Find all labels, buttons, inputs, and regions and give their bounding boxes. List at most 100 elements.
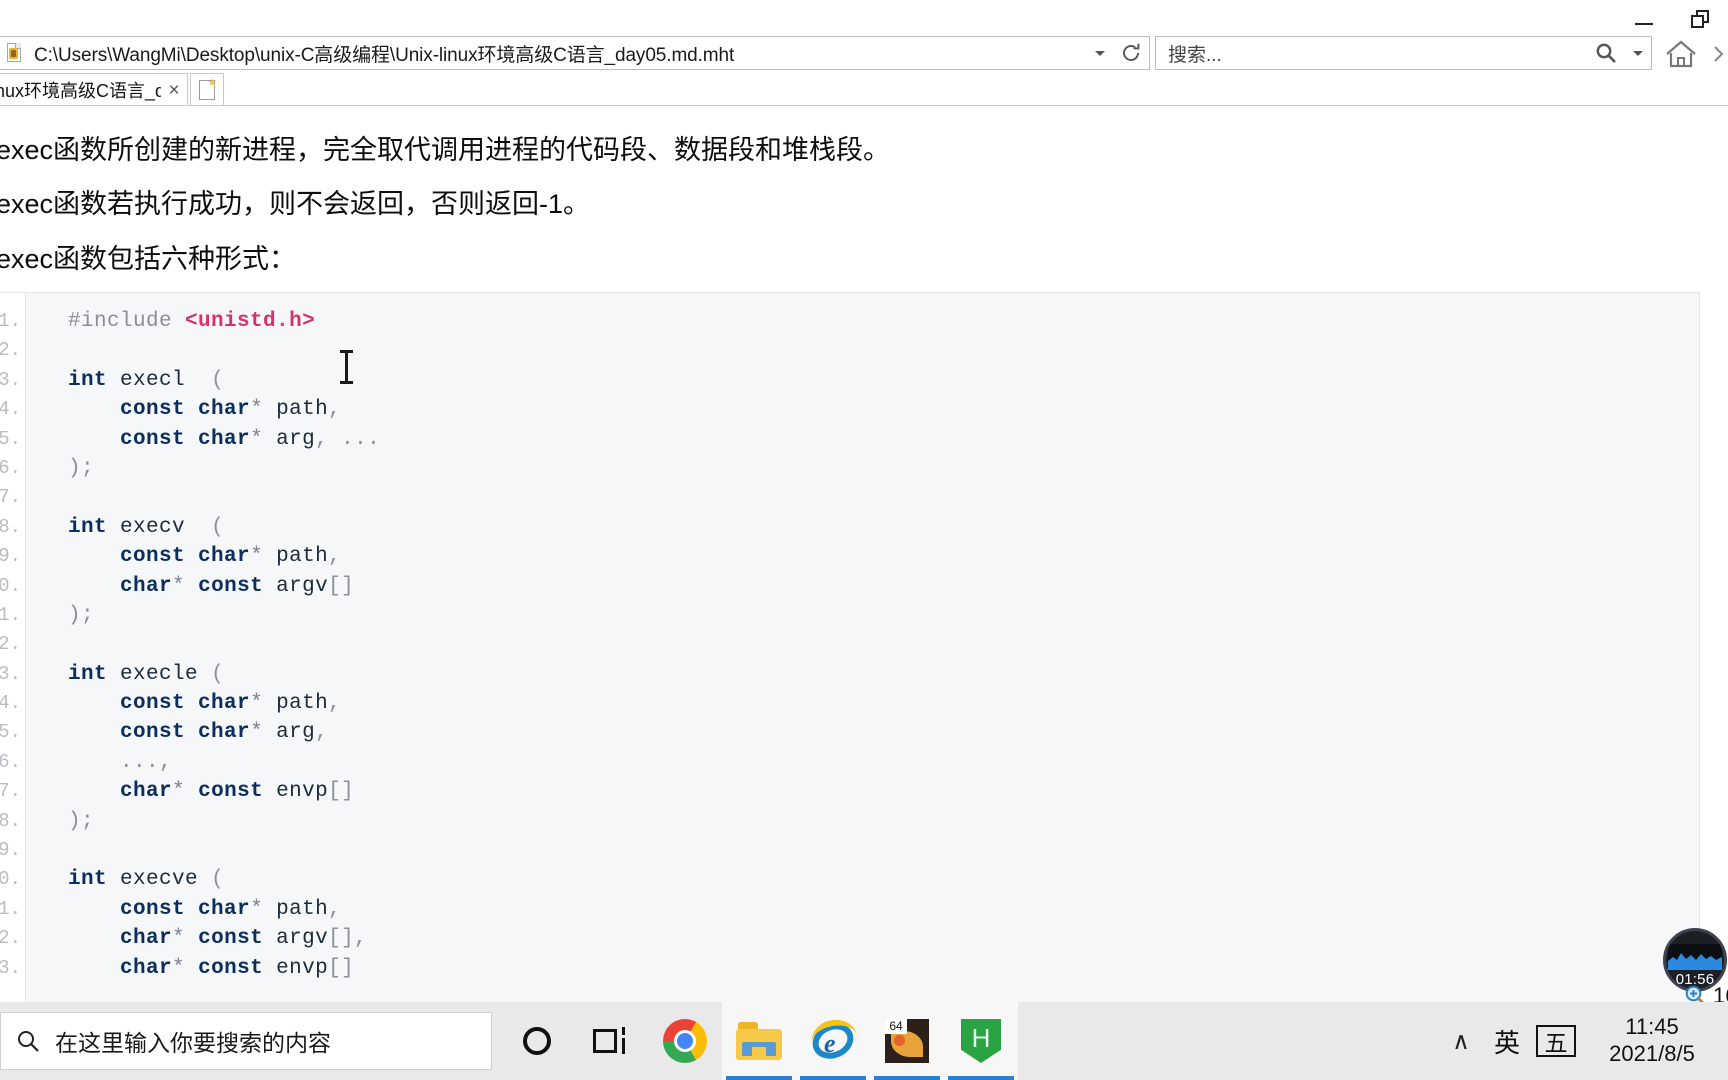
waveform-icon [1668,944,1722,970]
code-line-number: 12. [0,633,21,656]
internet-explorer-button[interactable]: e [796,1002,870,1080]
code-line-number: 9. [0,545,21,568]
text-cursor [340,350,353,384]
ie-browser-window: C:\Users\WangMi\Desktop\unix-C高级编程\Unix-… [0,0,1728,1080]
code-line-number: 16. [0,750,21,773]
paragraph-3: exec函数包括六种形式： [0,244,297,274]
code-line-number: 21. [0,897,21,920]
code-block[interactable]: 1. 2. 3. 4. 5. 6. 7. 8. 9. 10. 11. 12. 13. 14. 15. 16. 1… [0,292,1700,1006]
task-view-button[interactable] [574,1002,648,1080]
taskbar-active-indicator [948,1076,1014,1080]
chevron-down-icon [1095,50,1105,56]
browser-search-box[interactable]: 搜索... [1155,36,1652,70]
code-line-number: 19. [0,839,21,862]
browser-search-button[interactable] [1587,41,1625,65]
cortana-circle-icon [523,1027,551,1055]
taskbar-active-indicator [874,1076,940,1080]
paragraph-1: exec函数所创建的新进程，完全取代调用进程的代码段、数据段和堆栈段。 [0,135,891,165]
browser-search-input[interactable]: 搜索... [1156,40,1587,67]
minimize-icon [1635,23,1653,25]
code-lines[interactable]: #include <unistd.h> int execl ( const ch… [26,293,1699,1005]
windows-taskbar: 在这里输入你要搜索的内容 e 64 H ∧ 英 五 11:45 2021/8/5 [0,1002,1728,1080]
toolbar-overflow-button[interactable] [1710,36,1728,72]
taskbar-search-placeholder[interactable]: 在这里输入你要搜索的内容 [55,1024,331,1058]
code-line: int execve ( [68,868,225,892]
search-provider-dropdown[interactable] [1625,50,1651,56]
code-line: char* const envp[] [120,780,355,804]
code-line-number: 5. [0,427,21,450]
code-line-number: 11. [0,603,21,626]
clock-time: 11:45 [1625,1014,1679,1040]
address-bar[interactable]: C:\Users\WangMi\Desktop\unix-C高级编程\Unix-… [0,36,1150,70]
code-line-numbers: 1. 2. 3. 4. 5. 6. 7. 8. 9. 10. 11. 12. 13. 14. 15. 16. 1… [0,293,26,1005]
code-line: const char* path, [120,897,342,921]
code-line-number: 18. [0,809,21,832]
code-line: const char* arg, [120,721,329,745]
code-line-number: 13. [0,662,21,685]
folder-icon [736,1022,782,1060]
search-icon [1596,43,1616,63]
code-line-number: 14. [0,692,21,715]
title-bar [0,0,1728,38]
input-method-indicator[interactable]: 五 [1536,1025,1576,1057]
code-line: int execl ( [68,368,225,392]
search-icon [15,1028,41,1054]
paragraph-2: exec函数若执行成功，则不会返回，否则返回-1。 [0,189,591,219]
code-line-number: 3. [0,368,21,391]
code-line-number: 1. [0,310,21,332]
ida-pro-button[interactable]: 64 [870,1002,944,1080]
hbuilder-button[interactable]: H [944,1002,1018,1080]
cortana-button[interactable] [500,1002,574,1080]
address-url-text[interactable]: C:\Users\WangMi\Desktop\unix-C高级编程\Unix-… [32,40,1087,67]
system-tray: ∧ 英 五 11:45 2021/8/5 [1438,1002,1728,1080]
page-content: exec函数所创建的新进程，完全取代调用进程的代码段、数据段和堆栈段。 exec… [0,106,1728,1006]
code-line: int execle ( [68,662,225,686]
tray-expand-button[interactable]: ∧ [1438,1027,1484,1056]
taskbar-search-box[interactable]: 在这里输入你要搜索的内容 [0,1012,492,1070]
clock-date: 2021/8/5 [1609,1041,1695,1066]
code-line-number: 6. [0,456,21,479]
home-button[interactable] [1652,36,1710,72]
clock[interactable]: 11:45 2021/8/5 [1586,1014,1718,1068]
chrome-icon [663,1019,707,1063]
ida-64-icon: 64 [885,1019,929,1063]
minimize-button[interactable] [1616,0,1672,34]
internet-explorer-icon: e [806,1016,860,1066]
restore-button[interactable] [1672,0,1728,34]
code-line: const char* path, [120,692,342,716]
ime-mode-indicator[interactable]: 英 [1484,1023,1530,1060]
code-line-number: 20. [0,868,21,891]
file-explorer-button[interactable] [722,1002,796,1080]
code-line-number: 23. [0,956,21,979]
chrome-button[interactable] [648,1002,722,1080]
code-line-number: 4. [0,398,21,421]
code-line-number: 22. [0,927,21,950]
code-line: ); [68,809,95,833]
code-line: ); [68,456,95,480]
mht-document-icon [4,42,26,64]
new-tab-button[interactable] [190,73,224,106]
code-line: const char* path, [120,398,342,422]
taskbar-app-icons: e 64 H [500,1002,1018,1080]
h-shield-icon: H [961,1019,1001,1063]
code-line: char* const envp[] [120,956,355,980]
restore-icon [1691,10,1709,28]
chevron-right-icon [1714,46,1724,62]
window-controls [1616,0,1728,38]
task-view-icon [593,1027,629,1055]
tab-close-button[interactable]: × [161,81,187,100]
chevron-down-icon [1633,50,1643,56]
address-toolbar: C:\Users\WangMi\Desktop\unix-C高级编程\Unix-… [0,36,1728,72]
code-line: const char* path, [120,545,342,569]
code-line-number: 7. [0,486,21,509]
code-line: const char* arg, ... [120,427,381,451]
browser-tab[interactable]: nux环境高级C语言_d... × [0,73,188,106]
address-dropdown-button[interactable] [1087,50,1113,56]
code-line: ..., [120,750,173,774]
code-line: ); [68,603,95,627]
refresh-button[interactable] [1113,42,1149,64]
tab-title: nux环境高级C语言_d... [0,81,161,101]
home-icon [1666,40,1696,68]
